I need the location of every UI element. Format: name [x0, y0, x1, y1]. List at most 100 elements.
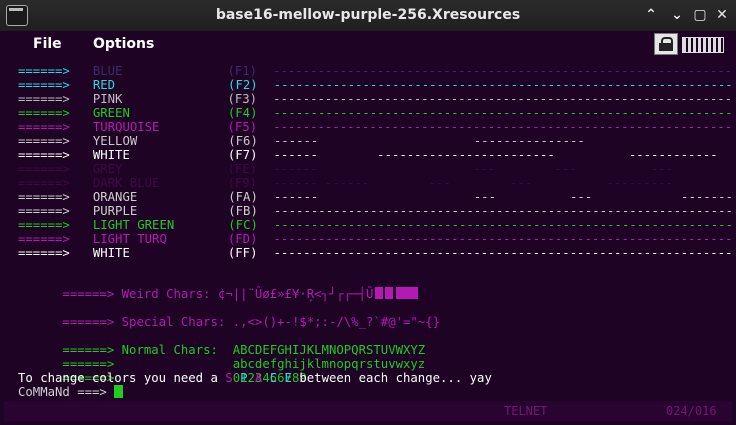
message-p: P	[240, 371, 248, 385]
change-colors-message: To change colors you need a S P A C E be…	[18, 371, 492, 385]
special-arrow: ======>	[62, 315, 115, 329]
color-row-key: (F6)	[228, 134, 258, 148]
color-row-dashes: ------ --- --- ---	[273, 162, 673, 176]
color-row-dashes: ----------------------------------------…	[273, 232, 733, 246]
color-row-name: DARK BLUE	[92, 176, 160, 190]
color-row-dashes: ------ --- --- ---------	[273, 190, 732, 204]
keyboard-icon[interactable]	[682, 37, 724, 53]
color-row-arrow: ======>	[18, 218, 70, 232]
color-row: ======> PURPLE (FB) -----------------------…	[18, 204, 732, 218]
color-row-name: TURQUOISE	[92, 120, 160, 134]
menu-file[interactable]: File	[33, 36, 62, 52]
color-row-key: (F3)	[227, 92, 258, 106]
minimize-icon[interactable]: ⌄	[667, 5, 687, 25]
color-row-key: (FC)	[228, 218, 258, 232]
color-row-name: WHITE	[92, 246, 130, 260]
color-row-arrow: ======>	[18, 148, 70, 162]
message-c: C	[269, 371, 278, 385]
special-chars-line: ======> Special Chars: .,<>()+-!$*;:-/\%…	[18, 301, 440, 329]
color-row: ======> DARK BLUE (F9) ------ ------ --- --…	[18, 176, 673, 190]
color-row-name: LIGHT GREEN	[92, 218, 175, 232]
color-row: ======> TURQUOISE (F5) --------------------…	[18, 120, 732, 134]
color-row-arrow: ======>	[18, 134, 70, 148]
color-row: ======> LIGHT GREEN (FC) ------------------…	[18, 218, 732, 232]
color-row: ======> WHITE (FF) ------------------------…	[18, 246, 732, 260]
color-row-dashes: ----------------------------------------…	[273, 78, 732, 92]
color-row: ======> GREY (FE) ------ --- --- ---	[18, 162, 673, 176]
weird-block-c	[396, 287, 419, 299]
color-row-key: (F2)	[228, 78, 258, 92]
color-row-key: (FD)	[227, 232, 258, 246]
color-row: ======> YELLOW (F6) ------ --------------- …	[18, 134, 732, 148]
color-row-name: PURPLE	[92, 204, 138, 218]
weird-block-a	[375, 287, 384, 299]
color-row-dashes: ----------------------------------------…	[273, 218, 732, 232]
command-prompt: CoMMaNd ===>	[18, 385, 107, 399]
terminal-window: base16-mellow-purple-256.Xresources ⌃ ⌄ …	[0, 0, 736, 425]
color-row-arrow: ======>	[18, 64, 70, 78]
color-row: ======> ORANGE (FA) ------ --- --- --------…	[18, 190, 732, 204]
cursor-position: 024/016	[666, 404, 717, 418]
color-row-name: LIGHT TURQ	[92, 232, 167, 246]
color-row: ======> RED (F2) --------------------------…	[18, 78, 732, 92]
command-prompt-line[interactable]: CoMMaNd ===>	[18, 385, 124, 399]
color-row-key: (F5)	[227, 120, 258, 134]
color-row-key: (F1)	[227, 64, 258, 78]
close-icon[interactable]: ✕	[712, 5, 732, 25]
weird-block-b	[385, 287, 394, 299]
color-row-arrow: ======>	[18, 232, 70, 246]
color-row-key: (F7)	[227, 148, 258, 162]
normal-chars-line-3: ======> 0123456789	[18, 357, 306, 385]
color-row-name: RED	[92, 78, 116, 92]
color-row-dashes: ------ ------------------------ --------…	[273, 148, 718, 162]
color-row-key: (FA)	[228, 190, 258, 204]
message-suffix: between each change... yay	[291, 371, 492, 385]
weird-chars: ¢¬||¨Ûø£»£¥·Ŗ<┐┘┌┌─┤Ū	[217, 287, 374, 301]
color-row-arrow: ======>	[18, 120, 70, 134]
terminal-screen[interactable]: ======> BLUE (F1) -------------------------…	[4, 59, 732, 399]
color-row-arrow: ======>	[18, 204, 70, 218]
special-label: Special Chars:	[121, 315, 226, 329]
message-a: A	[254, 371, 263, 385]
color-row-name: PINK	[92, 92, 123, 106]
maximize-icon[interactable]: ▢	[690, 5, 710, 25]
color-row-dashes: ----------------------------------------…	[273, 64, 732, 78]
color-row-arrow: ======>	[18, 190, 70, 204]
color-row-dashes: ------ --------------- ---	[273, 134, 732, 148]
color-row-arrow: ======>	[18, 106, 70, 120]
color-row-name: BLUE	[92, 64, 123, 78]
color-row-arrow: ======>	[18, 162, 70, 176]
weird-chars-line: ======> Weird Chars: ¢¬||¨Ûø£»£¥·Ŗ<┐┘┌┌─…	[18, 273, 419, 301]
color-row-arrow: ======>	[18, 176, 70, 190]
special-chars: .,<>()+-!$*;:-/\%_?`#@'="~{}	[232, 315, 441, 329]
color-row-key: (FB)	[228, 204, 258, 218]
lock-icon[interactable]	[654, 33, 678, 55]
title-bar: base16-mellow-purple-256.Xresources ⌃ ⌄ …	[0, 0, 736, 31]
menu-options[interactable]: Options	[93, 36, 154, 52]
color-row-key: (FF)	[227, 246, 258, 260]
color-row-name: WHITE	[92, 148, 130, 162]
color-row-dashes: ----------------------------------------…	[273, 204, 732, 218]
color-row-key: (F4)	[227, 106, 258, 120]
color-row: ======> BLUE (F1) -------------------------…	[18, 64, 732, 78]
color-row-key: (FE)	[227, 162, 258, 176]
normal-chars-line-1: ======> Normal Chars: ABCDEFGHIJKLMNOPQR…	[18, 329, 425, 357]
color-row-name: GREY	[92, 162, 123, 176]
color-row-dashes: ----------------------------------------…	[273, 246, 732, 260]
shade-icon[interactable]: ⌃	[641, 5, 661, 25]
color-row-dashes: ----------------------------------------…	[273, 120, 732, 134]
color-row-arrow: ======>	[18, 92, 70, 106]
window-title: base16-mellow-purple-256.Xresources	[215, 7, 521, 23]
color-row-dashes: ------ ------ --- --- ---------	[273, 176, 673, 190]
color-row-name: ORANGE	[92, 190, 138, 204]
color-row-arrow: ======>	[18, 78, 70, 92]
color-row: ======> PINK (F3) -------------------------…	[18, 92, 732, 106]
message-prefix: To change colors you need a	[18, 371, 226, 385]
color-row-key: (F9)	[227, 176, 258, 190]
color-row-dashes: ----------------------------------------…	[273, 92, 732, 106]
weird-label: Weird Chars:	[121, 287, 211, 301]
color-row-name: GREEN	[92, 106, 130, 120]
color-row-name: YELLOW	[92, 134, 138, 148]
weird-arrow: ======>	[62, 287, 115, 301]
menu-bar: File Options	[0, 31, 736, 59]
